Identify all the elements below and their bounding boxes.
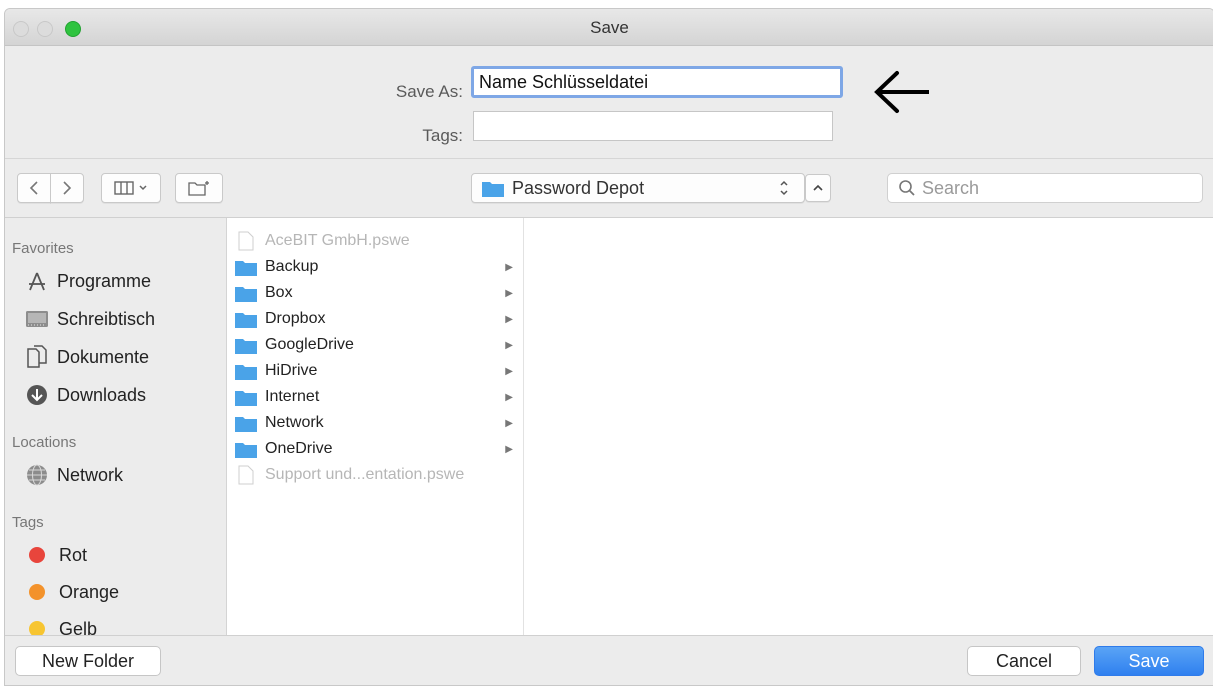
documents-icon xyxy=(25,345,49,369)
save-as-label: Save As: xyxy=(395,82,463,101)
chevron-down-icon xyxy=(139,185,147,191)
list-item[interactable]: GoogleDrive ▶ xyxy=(235,332,519,358)
list-item[interactable]: AceBIT GmbH.pswe xyxy=(235,228,519,254)
downloads-icon xyxy=(25,383,49,407)
file-name: Backup xyxy=(265,258,319,275)
search-icon xyxy=(899,180,915,196)
new-folder-button[interactable]: New Folder xyxy=(15,646,161,676)
disclosure-arrow-icon: ▶ xyxy=(505,339,513,351)
list-item[interactable]: Internet ▶ xyxy=(235,384,519,410)
list-item[interactable]: Dropbox ▶ xyxy=(235,306,519,332)
forward-button[interactable] xyxy=(50,173,84,203)
view-options-button[interactable] xyxy=(101,173,161,203)
folder-icon xyxy=(235,414,257,432)
collapse-button[interactable] xyxy=(805,174,831,202)
sidebar-item-dokumente[interactable]: Dokumente xyxy=(25,343,149,371)
list-item[interactable]: Support und...entation.pswe xyxy=(235,462,519,488)
folder-icon xyxy=(235,362,257,380)
file-name: Network xyxy=(265,414,324,431)
sidebar-tag-orange[interactable]: Orange xyxy=(25,578,119,606)
cancel-button[interactable]: Cancel xyxy=(967,646,1081,676)
list-item[interactable]: Network ▶ xyxy=(235,410,519,436)
disclosure-arrow-icon: ▶ xyxy=(505,287,513,299)
preview-column xyxy=(524,218,1213,635)
window-title: Save xyxy=(590,18,629,37)
folder-icon xyxy=(235,336,257,354)
tags-header: Tags xyxy=(12,514,44,531)
chevron-up-icon xyxy=(813,184,823,191)
sidebar-item-label: Downloads xyxy=(57,384,147,405)
disclosure-arrow-icon: ▶ xyxy=(505,365,513,377)
folder-icon xyxy=(235,258,257,276)
sidebar-item-downloads[interactable]: Downloads xyxy=(25,381,146,409)
new-folder-toolbar-button[interactable] xyxy=(175,173,223,203)
save-button[interactable]: Save xyxy=(1094,646,1204,676)
columns-view-icon xyxy=(114,181,134,195)
file-name: Dropbox xyxy=(265,310,326,327)
search-field[interactable]: Search xyxy=(887,173,1203,203)
list-item[interactable]: OneDrive ▶ xyxy=(235,436,519,462)
file-name: Internet xyxy=(265,388,320,405)
sidebar-item-schreibtisch[interactable]: Schreibtisch xyxy=(25,305,155,333)
chevron-left-icon xyxy=(29,181,38,195)
document-file-icon xyxy=(235,465,257,485)
file-name: AceBIT GmbH.pswe xyxy=(265,232,410,249)
sidebar-item-network[interactable]: Network xyxy=(25,461,123,489)
save-dialog: Save Save As: Tags: xyxy=(4,8,1213,686)
save-form: Save As: Tags: xyxy=(5,46,1213,159)
sidebar-item-programme[interactable]: Programme xyxy=(25,267,151,295)
sidebar-item-label: Schreibtisch xyxy=(57,308,156,329)
sidebar-item-label: Rot xyxy=(59,544,88,565)
sidebar-item-label: Dokumente xyxy=(57,346,150,367)
list-item[interactable]: Box ▶ xyxy=(235,280,519,306)
up-down-chevron-icon xyxy=(780,180,788,196)
file-name: Support und...entation.pswe xyxy=(265,466,465,483)
file-name: HiDrive xyxy=(265,362,318,379)
bottom-bar: New Folder Cancel Save xyxy=(5,635,1213,685)
location-label: Password Depot xyxy=(512,177,645,198)
disclosure-arrow-icon: ▶ xyxy=(505,313,513,325)
new-folder-icon xyxy=(188,181,209,196)
file-name: OneDrive xyxy=(265,440,333,457)
back-button[interactable] xyxy=(17,173,51,203)
toolbar: Password Depot Search xyxy=(5,159,1213,218)
folder-icon xyxy=(235,284,257,302)
document-file-icon xyxy=(235,231,257,251)
folder-icon xyxy=(235,440,257,458)
tags-input[interactable] xyxy=(473,111,833,141)
search-placeholder: Search xyxy=(922,177,980,198)
location-popup[interactable]: Password Depot xyxy=(471,173,805,203)
apps-icon xyxy=(25,269,49,293)
sidebar-item-label: Programme xyxy=(57,270,152,291)
disclosure-arrow-icon: ▶ xyxy=(505,417,513,429)
folder-icon xyxy=(235,310,257,328)
disclosure-arrow-icon: ▶ xyxy=(505,261,513,273)
file-name: Box xyxy=(265,284,293,301)
tags-label: Tags: xyxy=(422,126,463,145)
chevron-right-icon xyxy=(63,181,72,195)
locations-header: Locations xyxy=(12,434,77,451)
orange-tag-dot-icon xyxy=(29,584,45,600)
title-bar: Save xyxy=(5,9,1213,46)
sidebar-item-label: Orange xyxy=(59,581,120,602)
file-column: AceBIT GmbH.pswe Backup ▶ Box ▶ Dropbox … xyxy=(227,218,524,635)
list-item[interactable]: HiDrive ▶ xyxy=(235,358,519,384)
folder-icon xyxy=(482,181,504,197)
disclosure-arrow-icon: ▶ xyxy=(505,391,513,403)
file-name: GoogleDrive xyxy=(265,336,354,353)
red-tag-dot-icon xyxy=(29,547,45,563)
sidebar-tag-rot[interactable]: Rot xyxy=(25,541,87,569)
network-globe-icon xyxy=(25,463,49,487)
desktop-icon xyxy=(25,307,49,331)
favorites-header: Favorites xyxy=(12,240,74,257)
sidebar: Favorites Programme Schreibtisch Dokumen… xyxy=(5,218,227,639)
arrow-left-icon xyxy=(874,71,929,113)
list-item[interactable]: Backup ▶ xyxy=(235,254,519,280)
folder-icon xyxy=(235,388,257,406)
save-as-input[interactable] xyxy=(471,66,843,98)
sidebar-item-label: Network xyxy=(57,464,124,485)
disclosure-arrow-icon: ▶ xyxy=(505,443,513,455)
